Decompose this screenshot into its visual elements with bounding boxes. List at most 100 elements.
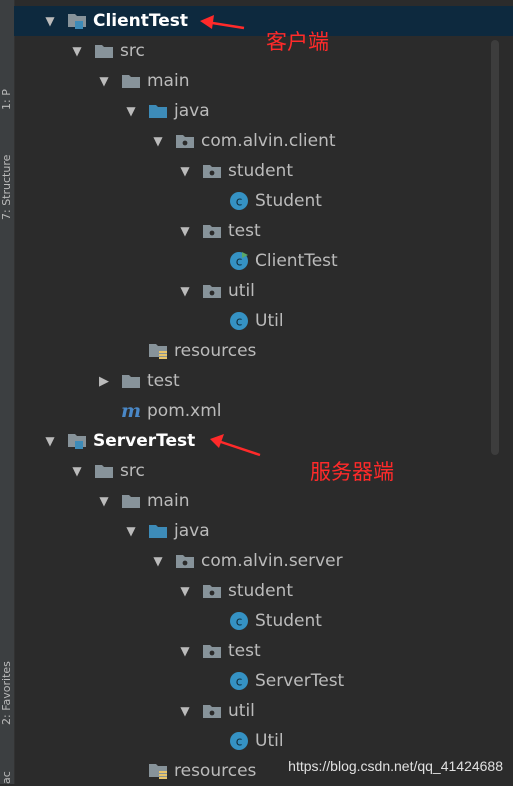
- expand-arrow-icon[interactable]: ▼: [42, 426, 58, 456]
- package-icon: [201, 640, 223, 662]
- tree-row[interactable]: ▼ src: [14, 36, 513, 66]
- arrow-spacer: [204, 186, 220, 216]
- folder-icon: [120, 490, 142, 512]
- vertical-scrollbar[interactable]: [491, 40, 499, 455]
- tree-row[interactable]: ▼ java: [14, 96, 513, 126]
- tree-row[interactable]: ▼ util: [14, 696, 513, 726]
- svg-text:c: c: [236, 195, 243, 209]
- server-annotation: 服务器端: [310, 460, 394, 484]
- svg-text:c: c: [236, 615, 243, 629]
- bottom-tool-tab[interactable]: ac: [0, 760, 14, 784]
- tree-row[interactable]: ▼ student: [14, 576, 513, 606]
- source-folder-icon: [147, 520, 169, 542]
- runnable-class-icon: c: [228, 250, 250, 272]
- expand-arrow-icon[interactable]: ▼: [177, 636, 193, 666]
- package-icon: [201, 280, 223, 302]
- tree-row[interactable]: ▼ main: [14, 66, 513, 96]
- arrow-spacer: [204, 306, 220, 336]
- tree-row[interactable]: ▼ ClientTest: [14, 6, 513, 36]
- tree-item-label: resources: [174, 341, 257, 361]
- package-icon: [201, 160, 223, 182]
- expand-arrow-icon[interactable]: ▼: [150, 546, 166, 576]
- client-annotation: 客户端: [266, 30, 329, 54]
- tree-item-label: ServerTest: [255, 671, 345, 691]
- arrow-spacer: [204, 246, 220, 276]
- folder-icon: [93, 40, 115, 62]
- svg-text:c: c: [236, 675, 243, 689]
- arrow-spacer: [123, 336, 139, 366]
- tree-row[interactable]: ▶ test: [14, 366, 513, 396]
- tree-row[interactable]: c Util: [14, 726, 513, 756]
- tree-row[interactable]: ▼ src: [14, 456, 513, 486]
- tree-item-label: java: [174, 101, 210, 121]
- folder-icon: [120, 370, 142, 392]
- tree-row[interactable]: c Util: [14, 306, 513, 336]
- java-class-icon: c: [228, 190, 250, 212]
- tree-row[interactable]: ▼ com.alvin.client: [14, 126, 513, 156]
- package-icon: [174, 130, 196, 152]
- svg-text:c: c: [236, 315, 243, 329]
- svg-text:c: c: [236, 735, 243, 749]
- expand-arrow-icon[interactable]: ▼: [96, 486, 112, 516]
- tree-item-label: util: [228, 701, 255, 721]
- tree-row[interactable]: ▼ test: [14, 216, 513, 246]
- tree-row[interactable]: ▼ util: [14, 276, 513, 306]
- module-folder-icon: [66, 430, 88, 452]
- tree-row[interactable]: ▼ test: [14, 636, 513, 666]
- tree-row[interactable]: ▼ student: [14, 156, 513, 186]
- expand-arrow-icon[interactable]: ▼: [177, 276, 193, 306]
- expand-arrow-icon[interactable]: ▼: [177, 216, 193, 246]
- tree-item-label: ClientTest: [255, 251, 338, 271]
- tree-item-label: Student: [255, 611, 322, 631]
- tree-item-label: pom.xml: [147, 401, 222, 421]
- tree-item-label: Util: [255, 311, 284, 331]
- tree-item-label: student: [228, 581, 293, 601]
- tree-item-label: Student: [255, 191, 322, 211]
- maven-file-icon: m: [120, 400, 142, 422]
- svg-text:c: c: [236, 255, 243, 269]
- tree-row[interactable]: c Student: [14, 186, 513, 216]
- side-tool-strip: 1: P 7: Structure 2: Favorites ac: [0, 0, 15, 784]
- expand-arrow-icon[interactable]: ▼: [96, 66, 112, 96]
- favorites-tool-tab[interactable]: 2: Favorites: [0, 615, 14, 725]
- java-class-icon: c: [228, 610, 250, 632]
- resources-folder-icon: [147, 340, 169, 362]
- tree-item-label: test: [228, 221, 261, 241]
- expand-arrow-icon[interactable]: ▼: [177, 696, 193, 726]
- folder-icon: [93, 460, 115, 482]
- expand-arrow-icon[interactable]: ▼: [150, 126, 166, 156]
- watermark: https://blog.csdn.net/qq_41424688: [288, 758, 503, 774]
- structure-tool-tab[interactable]: 7: Structure: [0, 110, 14, 220]
- source-folder-icon: [147, 100, 169, 122]
- tree-item-label: ServerTest: [93, 431, 196, 451]
- folder-icon: [120, 70, 142, 92]
- tree-row[interactable]: ▼ com.alvin.server: [14, 546, 513, 576]
- package-icon: [201, 700, 223, 722]
- java-class-icon: c: [228, 310, 250, 332]
- expand-arrow-icon[interactable]: ▼: [123, 516, 139, 546]
- expand-arrow-icon[interactable]: ▼: [123, 96, 139, 126]
- expand-arrow-icon[interactable]: ▼: [42, 6, 58, 36]
- tree-row[interactable]: ▼ main: [14, 486, 513, 516]
- expand-arrow-icon[interactable]: ▼: [177, 156, 193, 186]
- tree-row[interactable]: resources: [14, 336, 513, 366]
- tree-item-label: main: [147, 491, 190, 511]
- package-icon: [174, 550, 196, 572]
- java-class-icon: c: [228, 670, 250, 692]
- tree-item-label: src: [120, 461, 145, 481]
- tree-item-label: main: [147, 71, 190, 91]
- tree-row[interactable]: c ServerTest: [14, 666, 513, 696]
- expand-arrow-icon[interactable]: ▼: [69, 456, 85, 486]
- tree-row[interactable]: ▼ ServerTest: [14, 426, 513, 456]
- resources-folder-icon: [147, 760, 169, 782]
- expand-arrow-icon[interactable]: ▼: [69, 36, 85, 66]
- tree-row[interactable]: m pom.xml: [14, 396, 513, 426]
- tree-row[interactable]: c ClientTest: [14, 246, 513, 276]
- collapse-arrow-icon[interactable]: ▶: [96, 366, 112, 396]
- expand-arrow-icon[interactable]: ▼: [177, 576, 193, 606]
- arrow-spacer: [96, 396, 112, 426]
- tree-row[interactable]: ▼ java: [14, 516, 513, 546]
- tree-row[interactable]: c Student: [14, 606, 513, 636]
- package-icon: [201, 580, 223, 602]
- project-tool-tab[interactable]: 1: P: [0, 0, 14, 110]
